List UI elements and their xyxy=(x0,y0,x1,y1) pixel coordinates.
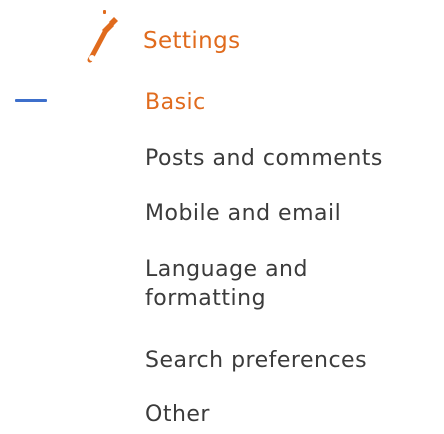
active-item-indicator xyxy=(15,99,47,102)
wrench-icon xyxy=(87,10,118,63)
settings-navigation: Settings Basic Posts and comments Mobile… xyxy=(0,0,444,434)
nav-item-mobile-and-email[interactable]: Mobile and email xyxy=(145,199,341,229)
settings-title: Settings xyxy=(143,28,241,54)
nav-item-search-preferences[interactable]: Search preferences xyxy=(145,346,367,376)
nav-item-language-and-formatting[interactable]: Language and formatting xyxy=(145,255,345,313)
nav-item-posts-and-comments[interactable]: Posts and comments xyxy=(145,144,383,174)
nav-item-basic[interactable]: Basic xyxy=(145,88,206,118)
nav-item-other[interactable]: Other xyxy=(145,400,210,430)
settings-header xyxy=(84,6,122,66)
